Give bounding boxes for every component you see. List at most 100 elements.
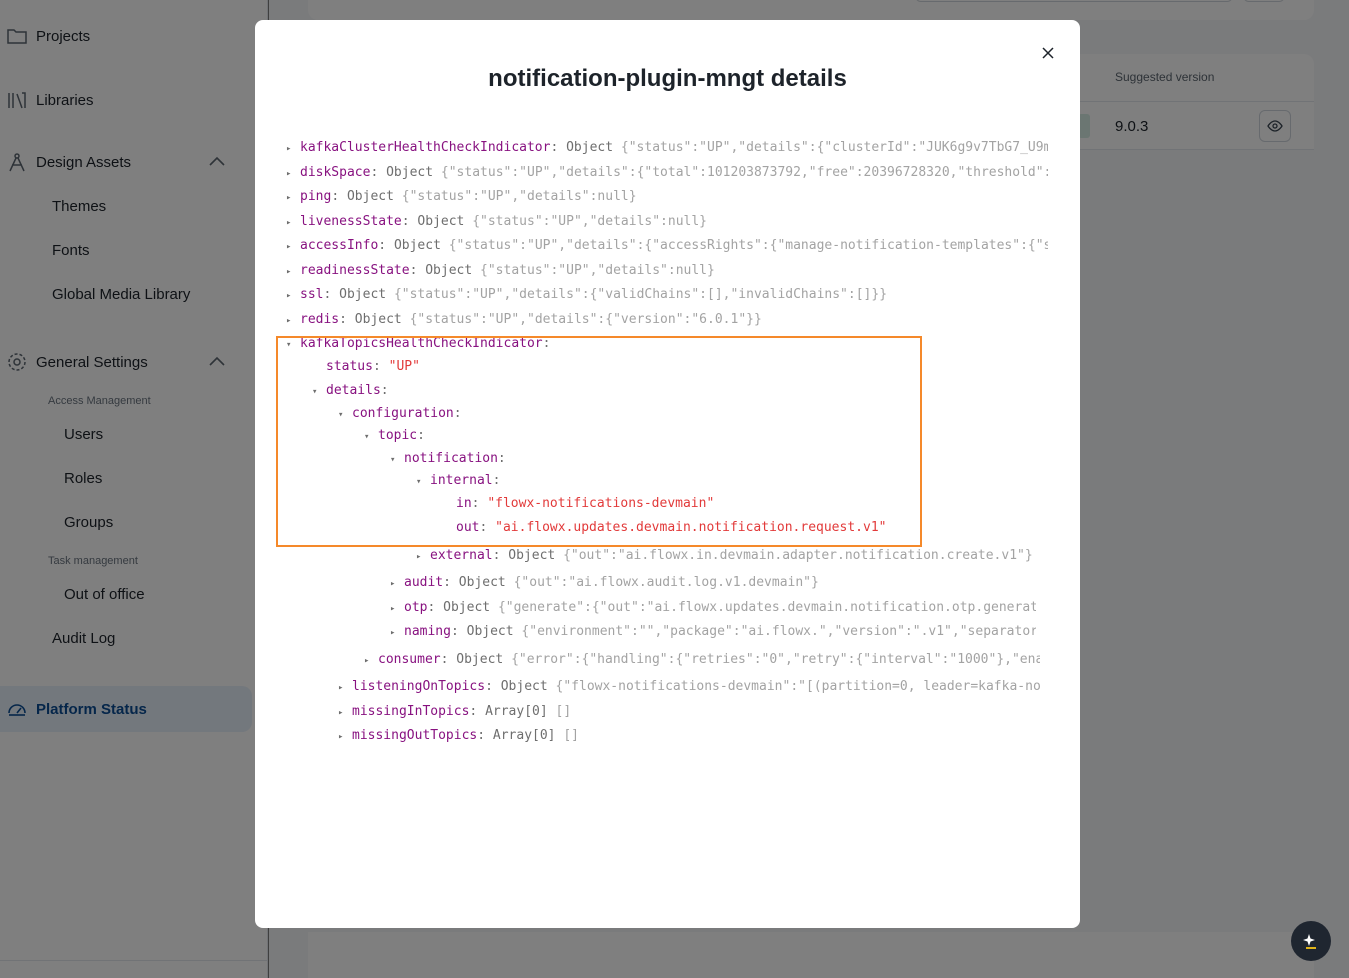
tree-row[interactable]: ▸ diskSpace: Object {"status":"UP","detai…: [286, 163, 1048, 183]
tree-type: Array[0]: [492, 728, 556, 743]
tree-row[interactable]: ▸ ping: Object {"status":"UP","details":n…: [286, 187, 1048, 207]
caret-right-icon[interactable]: ▸: [390, 574, 404, 593]
tree-colon: :: [339, 312, 355, 327]
tree-preview-value: {"flowx-notifications-devmain":"[(partit…: [555, 679, 1041, 694]
tree-row[interactable]: ▸ missingInTopics: Array[0] []: [338, 702, 1048, 722]
tree-type: Array[0]: [485, 704, 548, 719]
caret-right-icon[interactable]: ▸: [286, 286, 300, 305]
tree-preview-value: {"environment":"","package":"ai.flowx.",…: [521, 624, 1036, 639]
tree-key: otp: [404, 600, 428, 615]
tree-type: Object: [466, 624, 514, 639]
tree-row[interactable]: ▸ listeningOnTopics: Object {"flowx-notif…: [338, 677, 1041, 697]
tree-key: listeningOnTopics: [352, 679, 486, 694]
caret-right-icon[interactable]: ▸: [286, 188, 300, 207]
tree-key: diskSpace: [300, 165, 371, 180]
tree-row[interactable]: ▸ redis: Object {"status":"UP","details":…: [286, 310, 1048, 330]
caret-right-icon[interactable]: ▸: [390, 623, 404, 642]
tree-key: audit: [404, 575, 444, 590]
tree-colon: :: [443, 575, 459, 590]
tree-colon: :: [370, 165, 387, 180]
tree-colon: :: [485, 679, 501, 694]
tree-type: Object: [386, 165, 434, 180]
tree-row[interactable]: ▸ otp: Object {"generate":{"out":"ai.flow…: [390, 598, 1036, 618]
tree-colon: :: [440, 652, 457, 667]
tree-key: external: [430, 548, 493, 563]
tree-row[interactable]: ▸ readinessState: Object {"status":"UP","…: [286, 261, 1048, 281]
tree-preview-value: {"status":"UP","details":null}: [401, 189, 637, 204]
tree-type: Object: [354, 312, 402, 327]
tree-preview-value: {"generate":{"out":"ai.flowx.updates.dev…: [497, 600, 1036, 615]
tree-preview-value: {"status":"UP","details":{"accessRights"…: [448, 238, 1048, 253]
highlight-box: [276, 336, 922, 547]
tree-row[interactable]: ▸ kafkaClusterHealthCheckIndicator: Objec…: [286, 138, 1048, 158]
tree-key: missingOutTopics: [352, 728, 478, 743]
tree-type: Object: [425, 263, 473, 278]
tree-preview-value: []: [555, 704, 572, 719]
tree-row[interactable]: ▸ accessInfo: Object {"status":"UP","deta…: [286, 236, 1048, 256]
tree-key: livenessState: [300, 214, 402, 229]
tree-type: Object: [566, 140, 614, 155]
tree-preview-value: {"status":"UP","details":{"version":"6.0…: [409, 312, 762, 327]
caret-right-icon[interactable]: ▸: [286, 237, 300, 256]
tree-preview-value: {"status":"UP","details":{"total":101203…: [440, 165, 1048, 180]
caret-right-icon[interactable]: ▸: [286, 164, 300, 183]
caret-right-icon[interactable]: ▸: [338, 727, 352, 746]
tree-colon: :: [450, 624, 467, 639]
tree-colon: :: [492, 548, 509, 563]
tree-row[interactable]: ▸ naming: Object {"environment":"","packa…: [390, 622, 1036, 642]
tree-preview-value: {"status":"UP","details":null}: [480, 263, 715, 278]
tree-type: Object: [346, 189, 394, 204]
caret-right-icon[interactable]: ▸: [338, 678, 352, 697]
tree-key: redis: [300, 312, 340, 327]
tree-type: Object: [417, 214, 465, 229]
tree-colon: :: [323, 287, 340, 302]
tree-preview-value: {"status":"UP","details":null}: [472, 214, 708, 229]
tree-row[interactable]: ▸ external: Object {"out":"ai.flowx.in.de…: [416, 546, 1033, 566]
tree-colon: :: [401, 214, 418, 229]
caret-right-icon[interactable]: ▸: [286, 213, 300, 232]
tree-colon: :: [469, 704, 486, 719]
caret-right-icon[interactable]: ▸: [286, 139, 300, 158]
tree-type: Object: [500, 679, 548, 694]
tree-row[interactable]: ▸ livenessState: Object {"status":"UP","d…: [286, 212, 1048, 232]
caret-right-icon[interactable]: ▸: [416, 547, 430, 566]
ai-assistant-button[interactable]: [1291, 921, 1331, 961]
tree-colon: :: [331, 189, 347, 204]
tree-key: ssl: [300, 287, 324, 302]
tree-type: Object: [456, 652, 504, 667]
caret-right-icon[interactable]: ▸: [390, 599, 404, 618]
tree-type: Object: [393, 238, 441, 253]
tree-row[interactable]: ▸ missingOutTopics: Array[0] []: [338, 726, 1048, 746]
tree-row[interactable]: ▸ audit: Object {"out":"ai.flowx.audit.lo…: [390, 573, 1048, 593]
tree-preview-value: {"out":"ai.flowx.in.devmain.adapter.noti…: [563, 548, 1033, 563]
tree-preview-value: {"status":"UP","details":{"validChains":…: [393, 287, 888, 302]
caret-right-icon[interactable]: ▸: [338, 703, 352, 722]
tree-key: kafkaClusterHealthCheckIndicator: [300, 140, 551, 155]
tree-preview-value: {"status":"UP","details":{"clusterId":"J…: [620, 140, 1048, 155]
tree-key: naming: [404, 624, 451, 639]
tree-row[interactable]: ▸ ssl: Object {"status":"UP","details":{"…: [286, 285, 1048, 305]
tree-colon: :: [409, 263, 426, 278]
tree-key: missingInTopics: [352, 704, 470, 719]
tree-key: readinessState: [300, 263, 410, 278]
tree-preview-value: {"error":{"handling":{"retries":"0","ret…: [511, 652, 1040, 667]
tree-preview-value: []: [563, 728, 579, 743]
tree-type: Object: [458, 575, 506, 590]
tree-colon: :: [550, 140, 567, 155]
tree-type: Object: [339, 287, 387, 302]
tree-key: consumer: [378, 652, 441, 667]
tree-preview-value: {"out":"ai.flowx.audit.log.v1.devmain"}: [513, 575, 819, 590]
tree-type: Object: [508, 548, 556, 563]
caret-right-icon[interactable]: ▸: [286, 311, 300, 330]
tree-colon: :: [427, 600, 444, 615]
details-modal: notification-plugin-mngt details ▸ kafkaC…: [255, 20, 1080, 928]
tree-colon: :: [378, 238, 394, 253]
caret-right-icon[interactable]: ▸: [286, 262, 300, 281]
ai-sparkle-icon: [1303, 934, 1316, 949]
tree-colon: :: [477, 728, 493, 743]
tree-type: Object: [443, 600, 491, 615]
tree-key: accessInfo: [300, 238, 379, 253]
tree-row[interactable]: ▸ consumer: Object {"error":{"handling":{…: [364, 650, 1040, 670]
caret-right-icon[interactable]: ▸: [364, 651, 378, 670]
tree-key: ping: [300, 189, 332, 204]
